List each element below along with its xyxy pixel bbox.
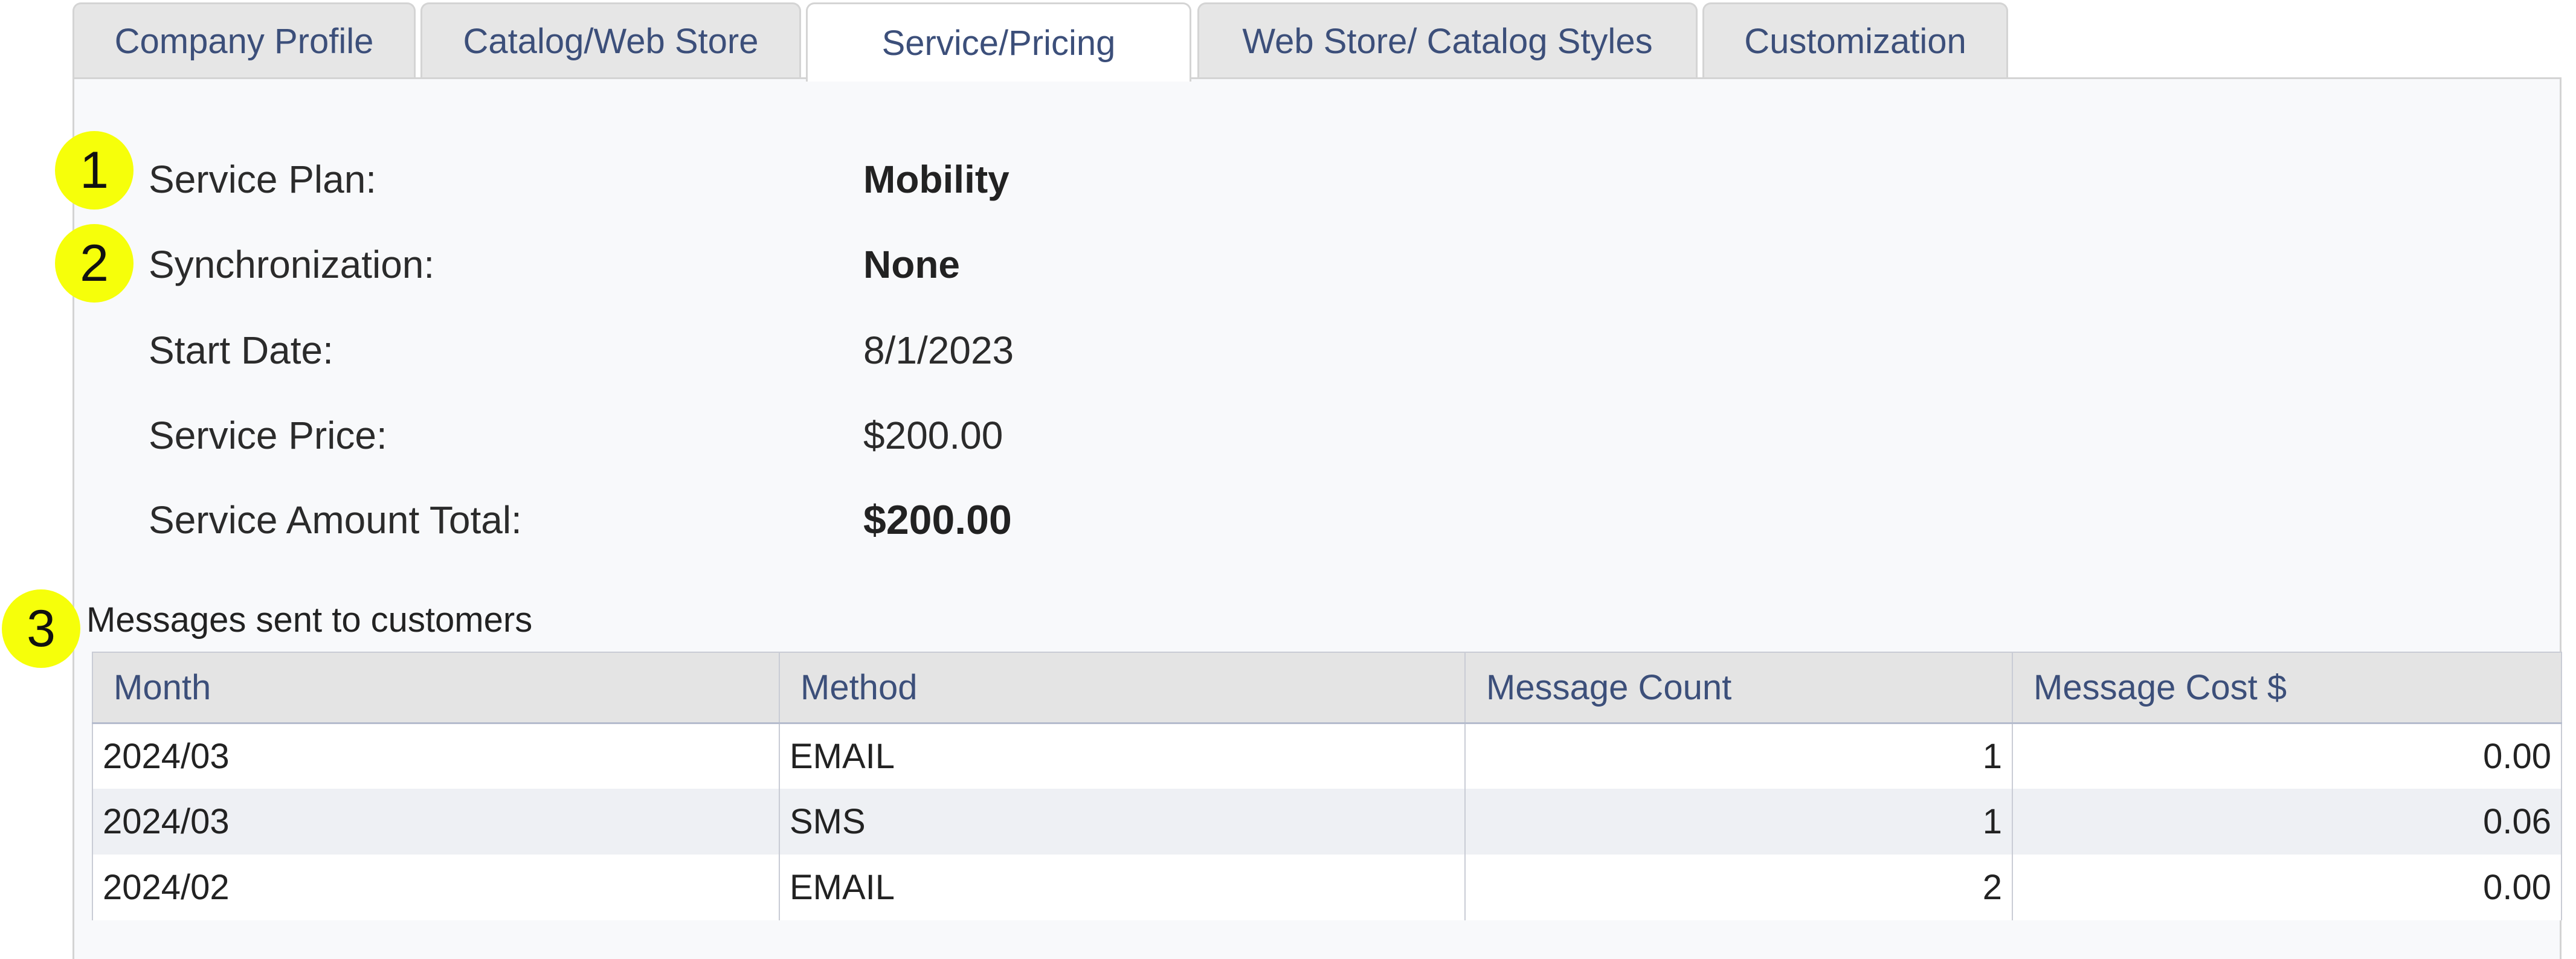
- synchronization-label: Synchronization:: [149, 243, 435, 286]
- service-amount-total-label: Service Amount Total:: [149, 498, 522, 542]
- column-header-message-count[interactable]: Message Count: [1464, 652, 2013, 724]
- tab-catalog-web-store[interactable]: Catalog/Web Store: [420, 2, 801, 79]
- cell-message-cost: 0.06: [2012, 789, 2562, 855]
- marker-2: 2: [55, 224, 134, 303]
- service-price-value: $200.00: [863, 414, 1003, 457]
- cell-message-count: 1: [1464, 723, 2013, 789]
- messages-table-header: Month Method Message Count Message Cost …: [92, 652, 2562, 724]
- cell-message-cost: 0.00: [2012, 723, 2562, 789]
- cell-method: EMAIL: [779, 723, 1466, 789]
- cell-method: EMAIL: [779, 855, 1466, 920]
- cell-month: 2024/03: [92, 789, 780, 855]
- cell-message-count: 2: [1464, 855, 2013, 920]
- column-header-month[interactable]: Month: [92, 652, 780, 724]
- cell-message-cost: 0.00: [2012, 855, 2562, 920]
- cell-month: 2024/03: [92, 723, 780, 789]
- marker-1: 1: [55, 131, 134, 210]
- start-date-label: Start Date:: [149, 329, 333, 372]
- service-price-label: Service Price:: [149, 414, 387, 457]
- column-header-method[interactable]: Method: [779, 652, 1466, 724]
- tab-web-store-catalog-styles[interactable]: Web Store/ Catalog Styles: [1197, 2, 1698, 79]
- table-row: 2024/02 EMAIL 2 0.00: [92, 855, 2562, 920]
- start-date-value: 8/1/2023: [863, 329, 1014, 372]
- tab-company-profile[interactable]: Company Profile: [72, 2, 416, 79]
- cell-month: 2024/02: [92, 855, 780, 920]
- marker-3: 3: [2, 589, 80, 668]
- synchronization-row: Synchronization: None: [74, 234, 1887, 295]
- column-header-message-cost[interactable]: Message Cost $: [2012, 652, 2562, 724]
- cell-message-count: 1: [1464, 789, 2013, 855]
- tab-service-pricing[interactable]: Service/Pricing: [806, 2, 1191, 82]
- service-plan-row: Service Plan: Mobility: [74, 149, 1887, 210]
- messages-table: Month Method Message Count Message Cost …: [92, 652, 2562, 920]
- service-plan-value: Mobility: [863, 158, 1009, 201]
- table-row: 2024/03 EMAIL 1 0.00: [92, 723, 2562, 789]
- messages-section-title: Messages sent to customers: [86, 600, 533, 640]
- tab-customization[interactable]: Customization: [1702, 2, 2008, 79]
- service-amount-total-row: Service Amount Total: $200.00: [74, 490, 1887, 550]
- start-date-row: Start Date: 8/1/2023: [74, 320, 1887, 380]
- cell-method: SMS: [779, 789, 1466, 855]
- service-amount-total-value: $200.00: [863, 497, 1012, 543]
- synchronization-value: None: [863, 243, 960, 286]
- service-pricing-panel: Service Plan: Mobility Synchronization: …: [72, 77, 2562, 959]
- tab-bar: Company Profile Catalog/Web Store Servic…: [72, 0, 2562, 82]
- service-price-row: Service Price: $200.00: [74, 405, 1887, 466]
- service-plan-label: Service Plan:: [149, 158, 377, 201]
- table-row: 2024/03 SMS 1 0.06: [92, 789, 2562, 855]
